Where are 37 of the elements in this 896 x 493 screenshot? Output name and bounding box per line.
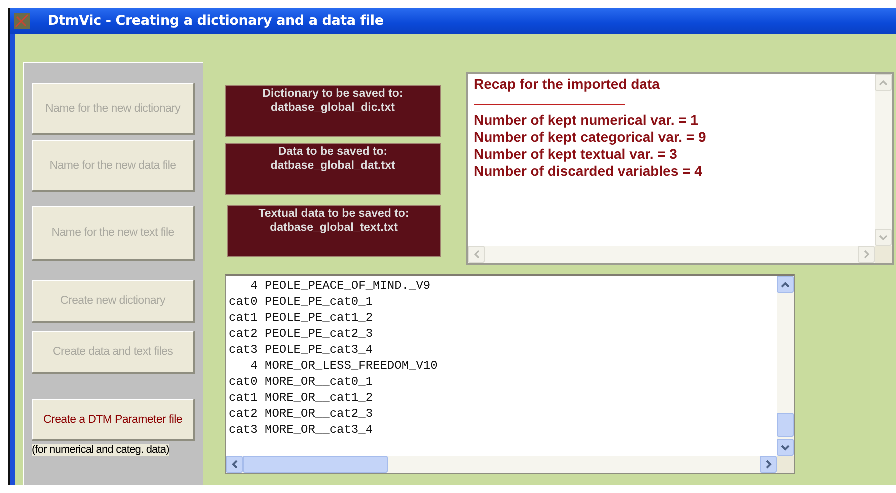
recap-title: Recap for the imported data: [474, 76, 661, 93]
button-note: (for numerical and categ. data): [32, 444, 170, 456]
listing-line: cat2 MORE_OR__cat2_3: [229, 406, 374, 422]
scroll-up-icon[interactable]: [875, 74, 892, 91]
scrollbar-corner: [777, 456, 794, 473]
listing-line: cat0 MORE_OR__cat0_1: [229, 374, 374, 390]
recap-line: Number of kept categorical var. = 9: [474, 129, 708, 146]
listing-line: cat3 PEOLE_PE_cat3_4: [229, 342, 374, 358]
file-name: datbase_global_dat.txt: [270, 159, 396, 173]
scroll-left-icon[interactable]: [468, 246, 485, 263]
app-icon: [14, 13, 30, 29]
scroll-right-icon[interactable]: [760, 456, 777, 473]
file-name: datbase_global_dic.txt: [271, 101, 395, 115]
listing-line: 4 PEOLE_PEACE_OF_MIND._V9: [250, 278, 432, 294]
listing-line: cat1 MORE_OR__cat1_2: [229, 390, 374, 406]
scroll-down-icon[interactable]: [777, 439, 794, 456]
scroll-left-icon[interactable]: [226, 456, 243, 473]
save-caption: Data to be saved to:: [278, 145, 388, 159]
file-name: datbase_global_text.txt: [270, 221, 398, 235]
scrollbar-corner: [875, 246, 892, 263]
scroll-down-icon[interactable]: [875, 229, 892, 246]
window-title: DtmVic - Creating a dictionary and a data file: [48, 13, 384, 29]
listing-line: cat2 PEOLE_PE_cat2_3: [229, 326, 374, 342]
scrollbar-thumb[interactable]: [243, 456, 388, 473]
save-caption: Dictionary to be saved to:: [262, 87, 404, 101]
scroll-right-icon[interactable]: [858, 246, 875, 263]
save-caption: Textual data to be saved to:: [258, 207, 410, 221]
listing-line: cat1 PEOLE_PE_cat1_2: [229, 310, 374, 326]
listing-line: 4 MORE_OR_LESS_FREEDOM_V10: [250, 358, 439, 374]
recap-line: Number of discarded variables = 4: [474, 163, 704, 180]
action-button[interactable]: Create a DTM Parameter file: [32, 399, 195, 441]
listing-line: cat3 MORE_OR__cat3_4: [229, 422, 374, 438]
scroll-up-icon[interactable]: [777, 276, 794, 293]
recap-line: Number of kept numerical var. = 1: [474, 112, 700, 129]
scrollbar-thumb[interactable]: [777, 413, 794, 437]
recap-line: Number of kept textual var. = 3: [474, 146, 678, 163]
listing-line: cat0 PEOLE_PE_cat0_1: [229, 294, 374, 310]
